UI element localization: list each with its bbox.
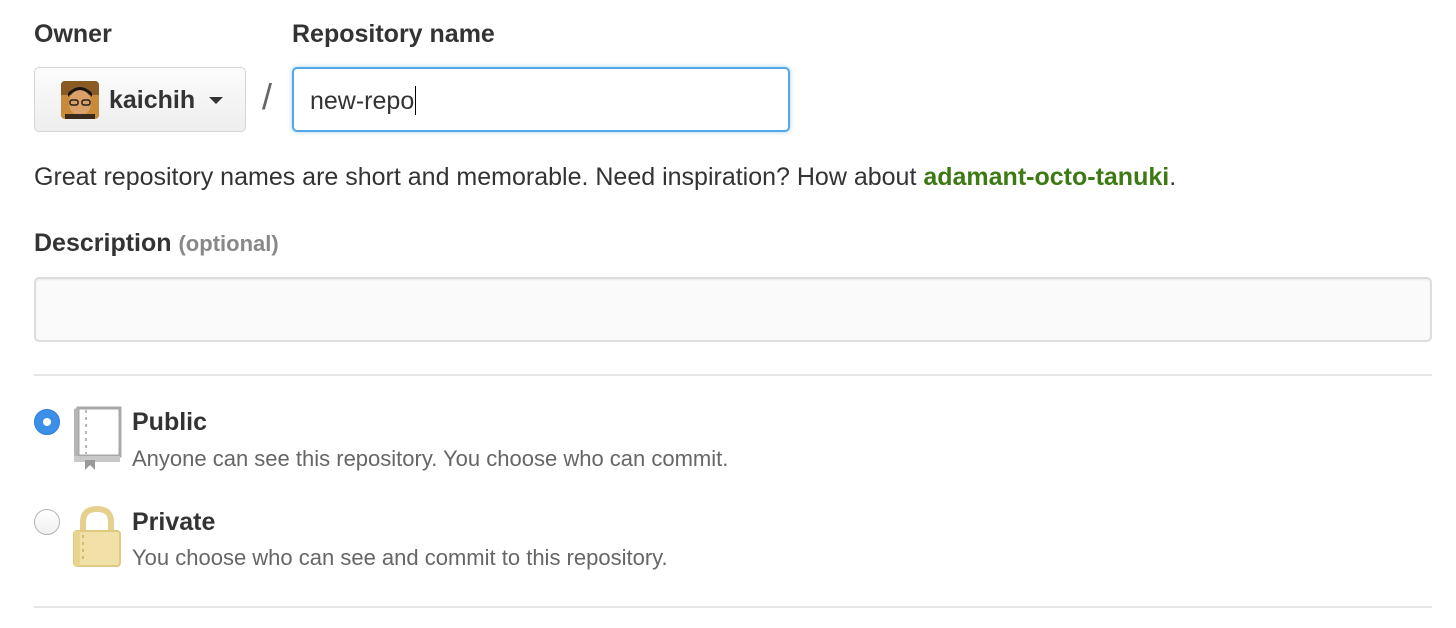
name-hint-suffix: . — [1169, 163, 1177, 191]
description-input[interactable] — [34, 277, 1432, 342]
repository-name-value: new-repo — [310, 87, 415, 115]
public-option-description: Anyone can see this repository. You choo… — [132, 446, 729, 471]
owner-repo-separator: / — [262, 76, 273, 117]
name-suggestion-link[interactable]: adamant-octo-tanuki — [923, 163, 1169, 191]
divider — [34, 606, 1432, 608]
owner-select-button[interactable]: kaichih — [34, 67, 246, 132]
owner-label: Owner — [34, 20, 112, 48]
public-option-title: Public — [132, 408, 208, 436]
owner-avatar — [61, 81, 99, 119]
description-label-group: Description (optional) — [34, 229, 279, 258]
repository-name-label: Repository name — [292, 20, 495, 48]
lock-icon — [72, 505, 122, 568]
name-hint-text: Great repository names are short and mem… — [34, 163, 924, 191]
divider — [34, 374, 1432, 376]
public-radio[interactable] — [34, 409, 60, 435]
private-option-description: You choose who can see and commit to thi… — [132, 545, 668, 570]
name-hint: Great repository names are short and mem… — [34, 163, 1176, 192]
private-radio[interactable] — [34, 509, 60, 535]
text-cursor — [415, 86, 417, 115]
repo-book-icon — [72, 406, 122, 470]
repository-name-input[interactable]: new-repo — [292, 67, 790, 132]
owner-name: kaichih — [109, 86, 196, 114]
private-option-title: Private — [132, 508, 216, 536]
description-label: Description — [34, 229, 172, 257]
optional-tag: (optional) — [178, 231, 279, 256]
chevron-down-icon — [209, 97, 223, 104]
